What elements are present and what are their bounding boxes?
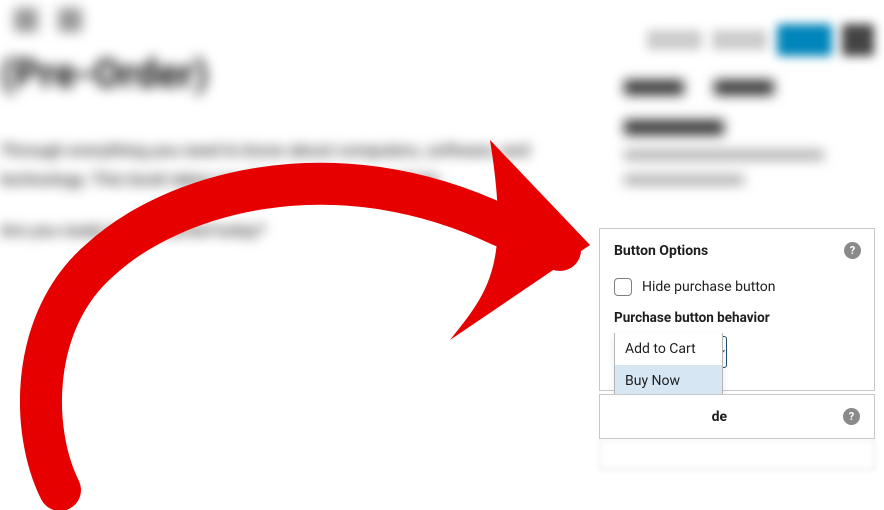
toolbar-icon bbox=[14, 8, 38, 32]
checkbox-icon[interactable] bbox=[614, 278, 632, 296]
help-icon[interactable]: ? bbox=[844, 242, 861, 259]
toolbar-icon bbox=[58, 8, 82, 32]
behavior-field-label: Purchase button behavior bbox=[614, 310, 860, 326]
dropdown-option-buy-now[interactable]: Buy Now bbox=[615, 365, 722, 397]
button-options-panel: Button Options ? Hide purchase button Pu… bbox=[599, 228, 875, 391]
sidebar-upper bbox=[604, 70, 884, 230]
behavior-dropdown: Add to Cart Buy Now bbox=[614, 333, 723, 398]
hide-purchase-checkbox-row[interactable]: Hide purchase button bbox=[614, 278, 860, 296]
post-title: (Pre-Order) bbox=[0, 50, 590, 97]
panel-title: Button Options bbox=[614, 243, 708, 259]
post-paragraph: Through everything you need to know abou… bbox=[0, 137, 590, 195]
post-paragraph: Are you ready to get started today? bbox=[0, 217, 590, 246]
checkbox-label: Hide purchase button bbox=[642, 279, 775, 295]
publish-button bbox=[777, 24, 832, 56]
secondary-panel: XXXXXXXXXXXde ? bbox=[599, 394, 875, 439]
dropdown-option-add-to-cart[interactable]: Add to Cart bbox=[615, 333, 722, 365]
help-icon[interactable]: ? bbox=[843, 408, 860, 425]
sidebar-lower bbox=[599, 440, 875, 470]
settings-icon bbox=[842, 24, 874, 56]
toolbar-link bbox=[647, 30, 702, 50]
secondary-panel-title: XXXXXXXXXXXde bbox=[614, 409, 727, 425]
toolbar-link bbox=[712, 30, 767, 50]
editor-canvas: (Pre-Order) Through everything you need … bbox=[0, 0, 600, 505]
top-toolbar bbox=[647, 24, 874, 56]
